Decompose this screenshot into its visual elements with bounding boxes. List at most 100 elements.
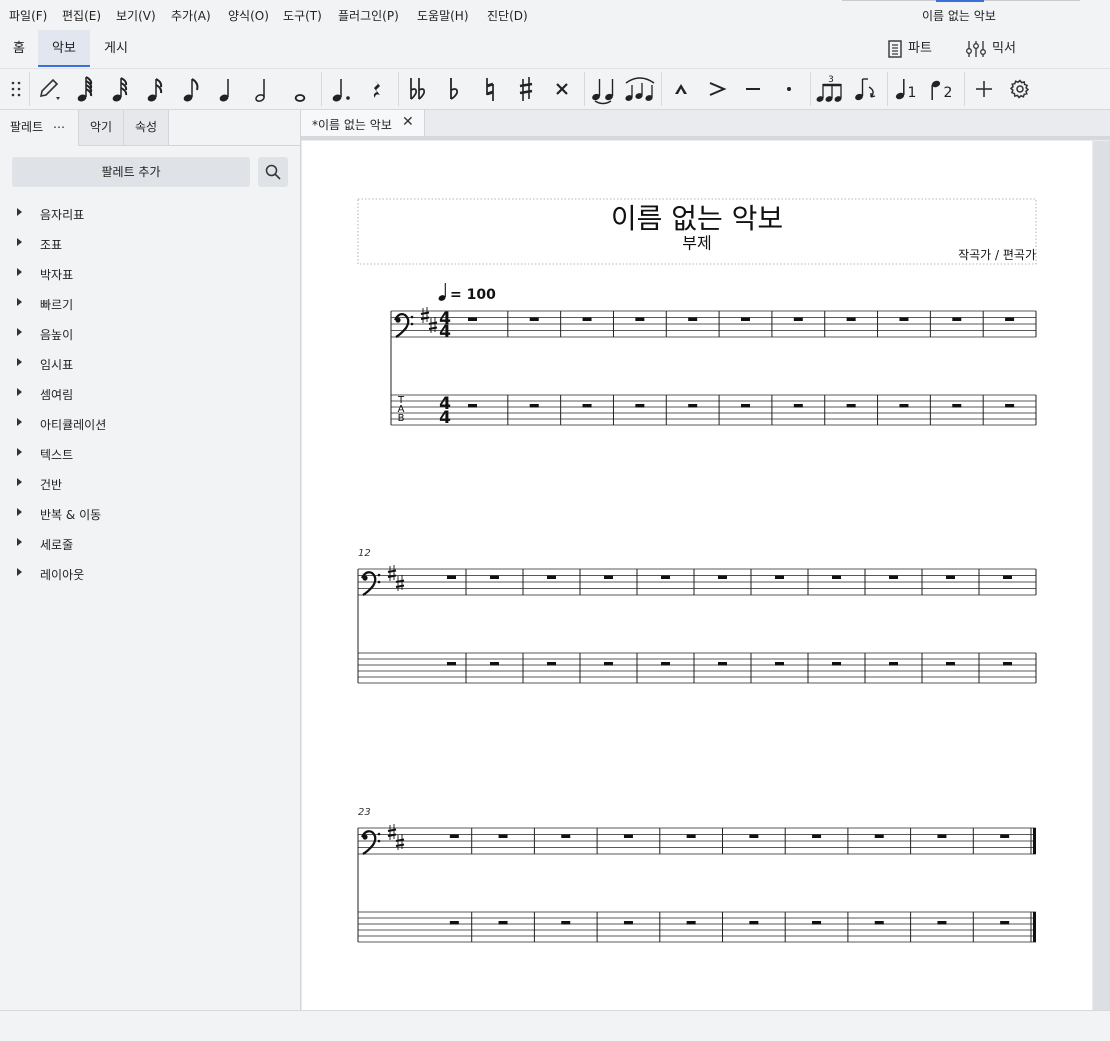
measure[interactable] xyxy=(635,311,667,425)
palette-item-time-signatures[interactable]: 박자표 xyxy=(0,259,300,289)
measure[interactable] xyxy=(529,311,562,425)
score-page[interactable]: 이름 없는 악보 부제 작곡가 / 편곡가 = 100 4 4 T A B 4 4 12 23 xyxy=(302,141,1092,1010)
64th-note-icon[interactable] xyxy=(70,73,102,105)
palette-item-repeats-jumps[interactable]: 반복 & 이동 xyxy=(0,499,300,529)
whole-rest[interactable] xyxy=(498,834,508,839)
whole-rest[interactable] xyxy=(899,317,909,322)
sharp-icon[interactable] xyxy=(510,73,542,105)
tab-home[interactable]: 홈 xyxy=(0,30,38,67)
more-icon[interactable]: ⋯ xyxy=(53,120,66,134)
half-note-icon[interactable] xyxy=(248,73,280,105)
whole-rest[interactable] xyxy=(874,834,884,839)
whole-rest[interactable] xyxy=(688,404,698,408)
measure[interactable] xyxy=(661,569,695,683)
whole-rest[interactable] xyxy=(793,317,803,322)
add-palette-button[interactable]: 팔레트 추가 xyxy=(12,157,250,187)
accent-icon[interactable] xyxy=(701,73,733,105)
menu-view[interactable]: 보기(V) xyxy=(116,7,156,24)
whole-rest[interactable] xyxy=(946,662,955,666)
whole-rest[interactable] xyxy=(468,404,477,408)
palette-item-clefs[interactable]: 음자리표 xyxy=(0,199,300,229)
whole-rest[interactable] xyxy=(952,404,962,408)
natural-icon[interactable] xyxy=(474,73,506,105)
whole-rest[interactable] xyxy=(832,662,841,666)
whole-rest[interactable] xyxy=(623,834,633,839)
flat-icon[interactable] xyxy=(438,73,470,105)
whole-rest[interactable] xyxy=(889,662,898,666)
menu-tools[interactable]: 도구(T) xyxy=(283,7,322,24)
whole-rest[interactable] xyxy=(449,921,459,925)
palette-item-accidentals[interactable]: 임시표 xyxy=(0,349,300,379)
double-sharp-icon[interactable] xyxy=(546,73,578,105)
tab-time-signature[interactable]: 44 xyxy=(439,394,451,428)
parts-button[interactable]: 파트 xyxy=(888,38,932,60)
dotted-note-icon[interactable] xyxy=(325,73,357,105)
menu-help[interactable]: 도움말(H) xyxy=(417,7,469,24)
whole-rest[interactable] xyxy=(793,404,803,408)
whole-rest[interactable] xyxy=(718,575,727,580)
whole-rest[interactable] xyxy=(688,317,698,322)
measure[interactable] xyxy=(832,569,866,683)
measure[interactable] xyxy=(686,828,723,942)
whole-rest[interactable] xyxy=(490,662,499,666)
whole-rest[interactable] xyxy=(1005,404,1015,408)
whole-rest[interactable] xyxy=(686,921,696,925)
whole-rest[interactable] xyxy=(846,404,856,408)
whole-rest[interactable] xyxy=(1003,575,1012,580)
measure[interactable] xyxy=(688,311,720,425)
add-icon[interactable] xyxy=(968,73,1000,105)
whole-rest[interactable] xyxy=(498,921,508,925)
score-title[interactable]: 이름 없는 악보 xyxy=(611,202,783,235)
measure[interactable] xyxy=(1003,569,1037,683)
whole-rest[interactable] xyxy=(1000,834,1010,839)
pencil-icon[interactable] xyxy=(33,73,65,105)
whole-rest[interactable] xyxy=(582,317,592,322)
tab-publish[interactable]: 게시 xyxy=(92,30,140,67)
measure[interactable] xyxy=(889,569,923,683)
time-signature[interactable]: 44 xyxy=(439,309,451,342)
measure[interactable] xyxy=(561,828,598,942)
whole-rest[interactable] xyxy=(661,575,670,580)
tab-score[interactable]: 악보 xyxy=(38,30,90,67)
close-icon[interactable]: ✕ xyxy=(402,114,414,130)
menu-diagnostic[interactable]: 진단(D) xyxy=(487,7,528,24)
measure[interactable] xyxy=(604,569,638,683)
tie-icon[interactable] xyxy=(588,73,620,105)
whole-rest[interactable] xyxy=(686,834,696,839)
flip-icon[interactable] xyxy=(850,73,882,105)
palette-item-key-signatures[interactable]: 조표 xyxy=(0,229,300,259)
whole-rest[interactable] xyxy=(741,317,750,322)
measure[interactable] xyxy=(547,569,581,683)
whole-rest[interactable] xyxy=(1005,317,1015,322)
whole-rest[interactable] xyxy=(447,575,456,580)
whole-rest[interactable] xyxy=(635,404,645,408)
whole-rest[interactable] xyxy=(561,921,571,925)
staccato-icon[interactable] xyxy=(773,73,805,105)
measure[interactable] xyxy=(582,311,614,425)
whole-rest[interactable] xyxy=(775,662,784,666)
measure[interactable] xyxy=(1005,311,1037,425)
whole-rest[interactable] xyxy=(468,317,477,322)
whole-rest[interactable] xyxy=(874,921,884,925)
whole-rest[interactable] xyxy=(1000,921,1010,925)
tab-palettes[interactable]: 팔레트 ⋯ xyxy=(0,110,79,145)
measure[interactable] xyxy=(447,569,467,683)
tuplet-icon[interactable]: 3 xyxy=(814,73,846,105)
palette-item-barlines[interactable]: 세로줄 xyxy=(0,529,300,559)
whole-note-icon[interactable] xyxy=(284,73,316,105)
whole-rest[interactable] xyxy=(952,317,962,322)
whole-rest[interactable] xyxy=(529,317,539,322)
voice-1-icon[interactable]: 1 xyxy=(891,73,923,105)
measure[interactable] xyxy=(498,828,535,942)
measure[interactable] xyxy=(952,311,984,425)
measure[interactable] xyxy=(490,569,524,683)
whole-rest[interactable] xyxy=(1003,662,1012,666)
palette-item-tempo[interactable]: 빠르기 xyxy=(0,289,300,319)
32nd-note-icon[interactable] xyxy=(105,73,137,105)
whole-rest[interactable] xyxy=(582,404,592,408)
quarter-note-icon[interactable] xyxy=(212,73,244,105)
rest-icon[interactable] xyxy=(361,73,393,105)
whole-rest[interactable] xyxy=(529,404,539,408)
eighth-note-icon[interactable] xyxy=(176,73,208,105)
tempo-marking[interactable]: = 100 xyxy=(438,283,496,303)
